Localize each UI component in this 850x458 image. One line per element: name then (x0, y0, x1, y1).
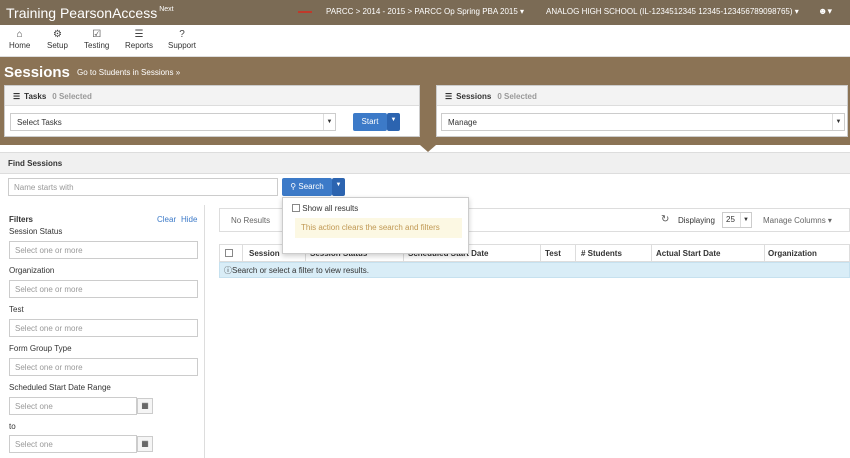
clear-search-warning: This action clears the search and filter… (295, 218, 462, 238)
sessions-selected-count: 0 Selected (497, 92, 537, 101)
page-title: Sessions (4, 64, 70, 81)
column-divider (242, 245, 243, 262)
top-bar: Training PearsonAccess Next PARCC > 2014 … (0, 0, 850, 25)
nav-support[interactable]: ? Support (168, 29, 196, 50)
column-test[interactable]: Test (545, 249, 561, 258)
info-icon: ⓘ (224, 266, 232, 275)
chevron-down-icon: ▼ (323, 114, 335, 130)
date-range-label: Scheduled Start Date Range (9, 383, 111, 392)
find-sessions-header: Find Sessions (0, 152, 850, 174)
main-nav: ⌂ Home ⚙ Setup ☑ Testing ☰ Reports ? Sup… (0, 25, 850, 57)
manage-select[interactable]: Manage ▼ (441, 113, 845, 131)
list-icon: ☰ (445, 92, 453, 101)
session-status-filter[interactable]: Select one or more (9, 241, 198, 259)
search-button[interactable]: ⚲ Search (282, 178, 332, 196)
refresh-icon[interactable]: ↻ (661, 214, 669, 225)
search-dropdown-toggle[interactable]: ▼ (332, 178, 345, 196)
tasks-panel: ☰ Tasks 0 Selected Select Tasks ▼ Start ▼ (4, 85, 420, 137)
band-notch (420, 145, 436, 152)
select-all-checkbox[interactable] (225, 249, 233, 257)
organization-label: Organization (9, 266, 55, 275)
home-icon: ⌂ (16, 29, 23, 40)
filters-hide-link[interactable]: Hide (181, 215, 197, 224)
user-icon[interactable]: ☻▾ (818, 6, 832, 17)
search-icon: ⚲ (290, 182, 297, 191)
test-label: Test (9, 305, 24, 314)
app-brand[interactable]: Training PearsonAccess Next (6, 5, 174, 21)
tasks-selected-count: 0 Selected (52, 92, 92, 101)
context-marker (298, 11, 312, 13)
results-info-row: ⓘSearch or select a filter to view resul… (219, 262, 850, 278)
session-status-label: Session Status (9, 227, 63, 236)
form-group-type-label: Form Group Type (9, 344, 72, 353)
column-session[interactable]: Session (249, 249, 280, 258)
page-size-select[interactable]: 25 ▼ (722, 212, 752, 228)
filters-panel: Filters Clear Hide Session Status Select… (0, 205, 205, 458)
column-divider (651, 245, 652, 262)
search-options-popover: Show all results This action clears the … (282, 197, 469, 254)
chevron-down-icon: ▼ (740, 213, 751, 227)
filters-clear-link[interactable]: Clear (157, 215, 176, 224)
nav-reports[interactable]: ☰ Reports (125, 29, 153, 50)
chevron-down-icon: ▼ (832, 114, 844, 130)
organization-filter[interactable]: Select one or more (9, 280, 198, 298)
show-all-results-option[interactable]: Show all results (292, 204, 358, 213)
start-date-input[interactable]: Select one (9, 397, 137, 415)
column-divider (575, 245, 576, 262)
gear-icon: ⚙ (52, 29, 62, 40)
date-range-to-label: to (9, 422, 16, 431)
nav-home[interactable]: ⌂ Home (9, 29, 30, 50)
column-divider (540, 245, 541, 262)
column-divider (764, 245, 765, 262)
students-in-sessions-link[interactable]: Go to Students in Sessions » (77, 68, 180, 77)
sessions-panel: ☰ Sessions 0 Selected Manage ▼ (436, 85, 848, 137)
calendar-icon[interactable]: ▦ (137, 436, 153, 452)
column-actual-start-date[interactable]: Actual Start Date (656, 249, 720, 258)
filters-title: Filters (9, 215, 34, 224)
column-students[interactable]: # Students (581, 249, 622, 258)
show-all-checkbox[interactable] (292, 204, 300, 212)
column-organization[interactable]: Organization (768, 249, 817, 258)
tasks-panel-header: ☰ Tasks 0 Selected (5, 86, 419, 106)
start-dropdown-toggle[interactable]: ▼ (387, 113, 400, 131)
nav-setup[interactable]: ⚙ Setup (47, 29, 68, 50)
sessions-panel-header: ☰ Sessions 0 Selected (437, 86, 847, 106)
checkbox-icon: ☑ (92, 29, 102, 40)
tasks-select[interactable]: Select Tasks ▼ (10, 113, 336, 131)
organization-context[interactable]: ANALOG HIGH SCHOOL (IL-1234512345 12345-… (546, 7, 799, 16)
displaying-label: Displaying (678, 216, 715, 225)
name-search-input[interactable]: Name starts with (8, 178, 278, 196)
start-button[interactable]: Start (353, 113, 387, 131)
calendar-icon[interactable]: ▦ (137, 398, 153, 414)
form-group-type-filter[interactable]: Select one or more (9, 358, 198, 376)
test-filter[interactable]: Select one or more (9, 319, 198, 337)
end-date-input[interactable]: Select one (9, 435, 137, 453)
list-icon: ☰ (13, 92, 21, 101)
context-path[interactable]: PARCC > 2014 - 2015 > PARCC Op Spring PB… (326, 7, 524, 16)
nav-testing[interactable]: ☑ Testing (84, 29, 109, 50)
no-results-label: No Results (231, 216, 271, 225)
manage-columns-button[interactable]: Manage Columns ▾ (763, 216, 832, 225)
list-icon: ☰ (134, 29, 144, 40)
help-icon: ? (179, 29, 185, 40)
